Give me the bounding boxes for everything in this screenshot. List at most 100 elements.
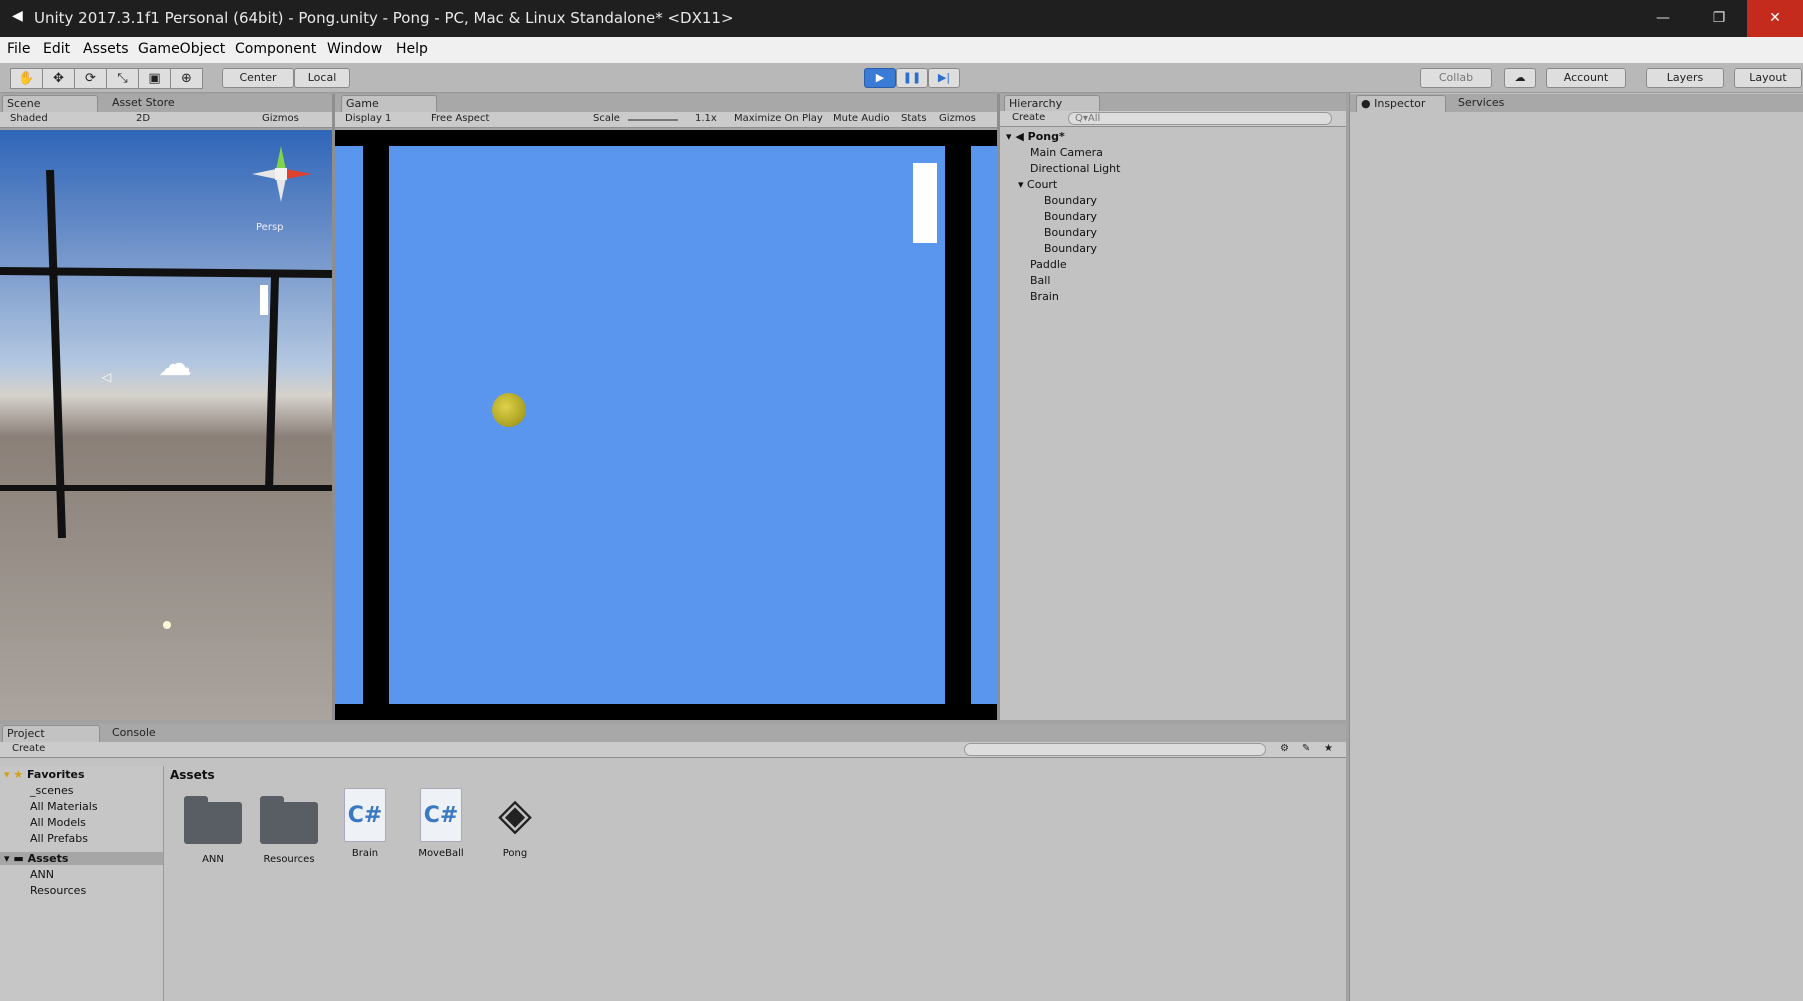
project-create-button[interactable]: Create xyxy=(12,743,45,754)
collab-button[interactable]: Collab xyxy=(1420,68,1492,88)
favorite-item[interactable]: All Models xyxy=(30,816,86,829)
tab-scene[interactable]: Scene xyxy=(2,95,98,112)
scale-value: 1.1x xyxy=(695,113,717,124)
pivot-center-button[interactable]: Center xyxy=(222,68,294,88)
hierarchy-item[interactable]: Brain xyxy=(1030,290,1059,303)
transform-tool-icon[interactable]: ⊕ xyxy=(170,68,203,89)
assets-root-folder[interactable]: ▾ ▬ Assets xyxy=(0,852,163,865)
asset-resources[interactable]: Resources xyxy=(254,788,324,865)
step-button[interactable]: ▶| xyxy=(928,68,960,88)
expand-arrow-icon: ▾ xyxy=(1018,178,1028,191)
scene-tabbar: Scene Asset Store xyxy=(0,94,332,112)
hierarchy-item[interactable]: Paddle xyxy=(1030,258,1067,271)
maximize-button[interactable]: ❐ xyxy=(1691,0,1747,37)
hierarchy-item[interactable]: ▾ Court xyxy=(1018,178,1057,191)
asset-folder-item[interactable]: Resources xyxy=(30,884,86,897)
hand-tool-icon[interactable]: ✋ xyxy=(10,68,43,89)
menu-edit[interactable]: Edit xyxy=(43,41,70,57)
hierarchy-item[interactable]: Boundary xyxy=(1044,194,1097,207)
scene-viewport xyxy=(0,169,332,629)
asset-pong-scene[interactable]: ◈ Pong xyxy=(480,788,550,859)
scene-controlbar: Shaded 2D Gizmos xyxy=(0,112,332,128)
rect-tool-icon[interactable]: ▣ xyxy=(138,68,171,89)
hierarchy-create-button[interactable]: Create xyxy=(1012,112,1045,123)
tab-hierarchy[interactable]: Hierarchy xyxy=(1004,95,1100,112)
asset-moveball[interactable]: C# MoveBall xyxy=(406,788,476,859)
favorite-item[interactable]: All Prefabs xyxy=(30,832,88,845)
2d-toggle[interactable]: 2D xyxy=(136,113,150,124)
scale-slider[interactable] xyxy=(628,119,678,121)
stats-toggle[interactable]: Stats xyxy=(901,113,927,124)
menu-gameobject[interactable]: GameObject xyxy=(138,41,225,57)
shading-dropdown[interactable]: Shaded xyxy=(10,113,48,124)
menu-file[interactable]: File xyxy=(7,41,30,57)
game-gizmos-dropdown[interactable]: Gizmos xyxy=(939,113,976,124)
layers-dropdown[interactable]: Layers xyxy=(1646,68,1724,88)
scale-tool-icon[interactable]: ⤡ xyxy=(106,68,139,89)
scene-root[interactable]: ▾ ◀ Pong* xyxy=(1006,130,1065,143)
move-tool-icon[interactable]: ✥ xyxy=(42,68,75,89)
breadcrumb[interactable]: Assets xyxy=(170,768,215,782)
menu-window[interactable]: Window xyxy=(327,41,382,57)
scene-orientation-gizmo-icon[interactable] xyxy=(248,142,322,206)
hierarchy-tabbar: Hierarchy xyxy=(1000,94,1346,112)
csharp-script-icon: C# xyxy=(420,788,462,842)
play-button[interactable]: ▶ xyxy=(864,68,896,88)
hierarchy-item[interactable]: Ball xyxy=(1030,274,1050,287)
tab-asset-store[interactable]: Asset Store xyxy=(108,95,204,112)
favorite-item[interactable]: _scenes xyxy=(30,784,74,797)
paddle xyxy=(913,163,937,243)
transform-tools: ✋ ✥ ⟳ ⤡ ▣ ⊕ xyxy=(10,68,203,89)
hierarchy-item[interactable]: Main Camera xyxy=(1030,146,1103,159)
hierarchy-panel: Create Q▾All ▾ ◀ Pong* Main Camera Direc… xyxy=(1000,111,1346,720)
favorite-star-icon[interactable]: ★ xyxy=(1324,743,1333,754)
rotate-tool-icon[interactable]: ⟳ xyxy=(74,68,107,89)
game-view[interactable] xyxy=(335,130,997,720)
audio-gizmo-icon: ◁ xyxy=(102,370,112,384)
project-search-input[interactable] xyxy=(964,743,1266,756)
tab-inspector[interactable]: ● Inspector xyxy=(1356,95,1446,112)
title-bar: ◀ Unity 2017.3.1f1 Personal (64bit) - Po… xyxy=(0,0,1803,37)
tab-console[interactable]: Console xyxy=(108,725,204,742)
tab-project[interactable]: Project xyxy=(2,725,100,742)
filter-type-icon[interactable]: ⚙ xyxy=(1280,743,1289,754)
scene-view[interactable]: ☁ ◁ Persp xyxy=(0,130,332,720)
scene-gizmos-dropdown[interactable]: Gizmos xyxy=(262,113,299,124)
account-dropdown[interactable]: Account xyxy=(1546,68,1626,88)
hierarchy-item[interactable]: Directional Light xyxy=(1030,162,1120,175)
asset-folder-item[interactable]: ANN xyxy=(30,868,54,881)
tab-services[interactable]: Services xyxy=(1454,95,1534,112)
favorites-folder[interactable]: ▾ ★ Favorites xyxy=(4,768,85,781)
folder-icon xyxy=(260,796,318,844)
menu-bar: File Edit Assets GameObject Component Wi… xyxy=(0,37,1803,63)
menu-component[interactable]: Component xyxy=(235,41,316,57)
menu-help[interactable]: Help xyxy=(396,41,428,57)
mute-audio-toggle[interactable]: Mute Audio xyxy=(833,113,890,124)
display-dropdown[interactable]: Display 1 xyxy=(345,113,391,124)
layout-dropdown[interactable]: Layout xyxy=(1734,68,1802,88)
folder-icon: ▾ ▬ xyxy=(4,852,28,865)
menu-assets[interactable]: Assets xyxy=(83,41,129,57)
project-tabbar: Project Console xyxy=(0,724,1346,742)
hierarchy-search-input[interactable]: Q▾All xyxy=(1068,112,1332,125)
minimize-button[interactable]: — xyxy=(1635,0,1691,37)
csharp-script-icon: C# xyxy=(344,788,386,842)
info-icon: ● xyxy=(1361,97,1375,110)
favorite-item[interactable]: All Materials xyxy=(30,800,98,813)
maximize-on-play-toggle[interactable]: Maximize On Play xyxy=(734,113,823,124)
cloud-icon[interactable]: ☁ xyxy=(1504,68,1536,88)
aspect-dropdown[interactable]: Free Aspect xyxy=(431,113,489,124)
window-title: Unity 2017.3.1f1 Personal (64bit) - Pong… xyxy=(34,9,734,27)
tab-game[interactable]: Game xyxy=(341,95,437,112)
hierarchy-item[interactable]: Boundary xyxy=(1044,226,1097,239)
hierarchy-item[interactable]: Boundary xyxy=(1044,242,1097,255)
pivot-local-button[interactable]: Local xyxy=(294,68,350,88)
pause-button[interactable]: ❚❚ xyxy=(896,68,928,88)
close-button[interactable]: ✕ xyxy=(1747,0,1803,37)
folder-icon xyxy=(184,796,242,844)
hierarchy-item[interactable]: Boundary xyxy=(1044,210,1097,223)
asset-brain[interactable]: C# Brain xyxy=(330,788,400,859)
asset-ann[interactable]: ANN xyxy=(178,788,248,865)
scale-label: Scale xyxy=(593,113,620,124)
filter-label-icon[interactable]: ✎ xyxy=(1302,743,1310,754)
